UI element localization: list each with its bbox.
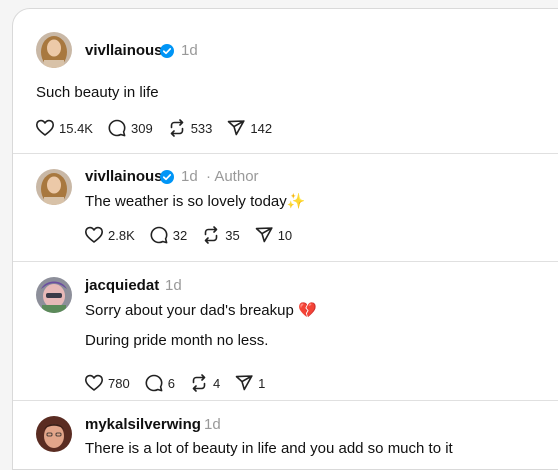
timestamp[interactable]: 1d — [181, 42, 198, 59]
repost-count: 4 — [212, 375, 221, 391]
like-button[interactable]: 2.8K — [84, 225, 135, 245]
like-count: 2.8K — [108, 227, 135, 243]
repost-count: 35 — [225, 227, 240, 243]
sparkle-emoji: ✨ — [286, 193, 306, 210]
username[interactable]: vivllainous — [85, 42, 163, 59]
share-count: 142 — [250, 120, 273, 136]
avatar[interactable] — [36, 416, 72, 452]
heart-icon — [85, 374, 103, 391]
share-icon — [228, 120, 245, 136]
post-text: Sorry about your dad's breakup 💔 — [85, 301, 317, 319]
share-button[interactable]: 142 — [226, 118, 272, 138]
post-text-line-2: During pride month no less. — [85, 332, 269, 349]
avatar[interactable] — [36, 169, 72, 205]
repost-button[interactable]: 533 — [167, 118, 213, 138]
username[interactable]: jacquiedat — [85, 277, 159, 294]
timestamp[interactable]: 1d — [204, 416, 221, 433]
reply-count: 32 — [172, 227, 188, 243]
share-icon — [255, 227, 273, 243]
reply-count: 6 — [167, 375, 175, 391]
avatar[interactable] — [36, 277, 72, 313]
avatar[interactable] — [36, 32, 72, 68]
heart-icon — [36, 119, 54, 136]
thread-card: vivllainous 1d Such beauty in life 15.4K… — [12, 8, 558, 470]
repost-button[interactable]: 4 — [189, 373, 220, 393]
share-icon — [235, 375, 253, 391]
share-count: 10 — [277, 227, 293, 243]
like-count: 780 — [108, 375, 130, 391]
repost-icon — [204, 226, 218, 244]
post-text: Such beauty in life — [36, 84, 159, 101]
repost-icon — [170, 119, 183, 137]
post-3: jacquiedat 1d Sorry about your dad's bre… — [13, 262, 558, 400]
repost-icon — [192, 374, 206, 392]
timestamp[interactable]: 1d — [181, 168, 198, 185]
action-bar: 2.8K 32 35 10 — [84, 225, 306, 245]
like-button[interactable]: 780 — [84, 373, 130, 393]
like-count: 15.4K — [59, 120, 93, 136]
post-1: vivllainous 1d Such beauty in life 15.4K… — [13, 9, 558, 153]
comment-icon — [150, 226, 168, 244]
post-text-content: The weather is so lovely today — [85, 193, 287, 210]
share-button[interactable]: 1 — [234, 373, 265, 393]
repost-count: 533 — [190, 120, 213, 136]
username[interactable]: mykalsilverwing — [85, 416, 201, 433]
comment-icon — [108, 119, 126, 137]
reply-count: 309 — [130, 120, 153, 136]
repost-button[interactable]: 35 — [201, 225, 240, 245]
action-bar: 780 6 4 1 — [84, 373, 279, 393]
action-bar: 15.4K 309 533 142 — [35, 118, 286, 138]
share-count: 1 — [258, 375, 266, 391]
post-2: vivllainous 1d · Author The weather is s… — [13, 154, 558, 261]
verified-badge-icon — [160, 170, 174, 184]
reply-button[interactable]: 32 — [149, 225, 187, 245]
username[interactable]: vivllainous — [85, 168, 163, 185]
post-4: mykalsilverwing 1d There is a lot of bea… — [13, 401, 558, 469]
reply-button[interactable]: 6 — [144, 373, 175, 393]
author-tag: · Author — [206, 168, 259, 185]
heart-icon — [85, 226, 103, 243]
like-button[interactable]: 15.4K — [35, 118, 93, 138]
verified-badge-icon — [160, 44, 174, 58]
comment-icon — [145, 374, 163, 392]
timestamp[interactable]: 1d — [165, 277, 182, 294]
post-text: The weather is so lovely today✨ — [85, 192, 305, 210]
broken-heart-emoji: 💔 — [298, 302, 317, 319]
share-button[interactable]: 10 — [254, 225, 292, 245]
reply-button[interactable]: 309 — [107, 118, 153, 138]
post-text-content: Sorry about your dad's breakup — [85, 302, 294, 319]
